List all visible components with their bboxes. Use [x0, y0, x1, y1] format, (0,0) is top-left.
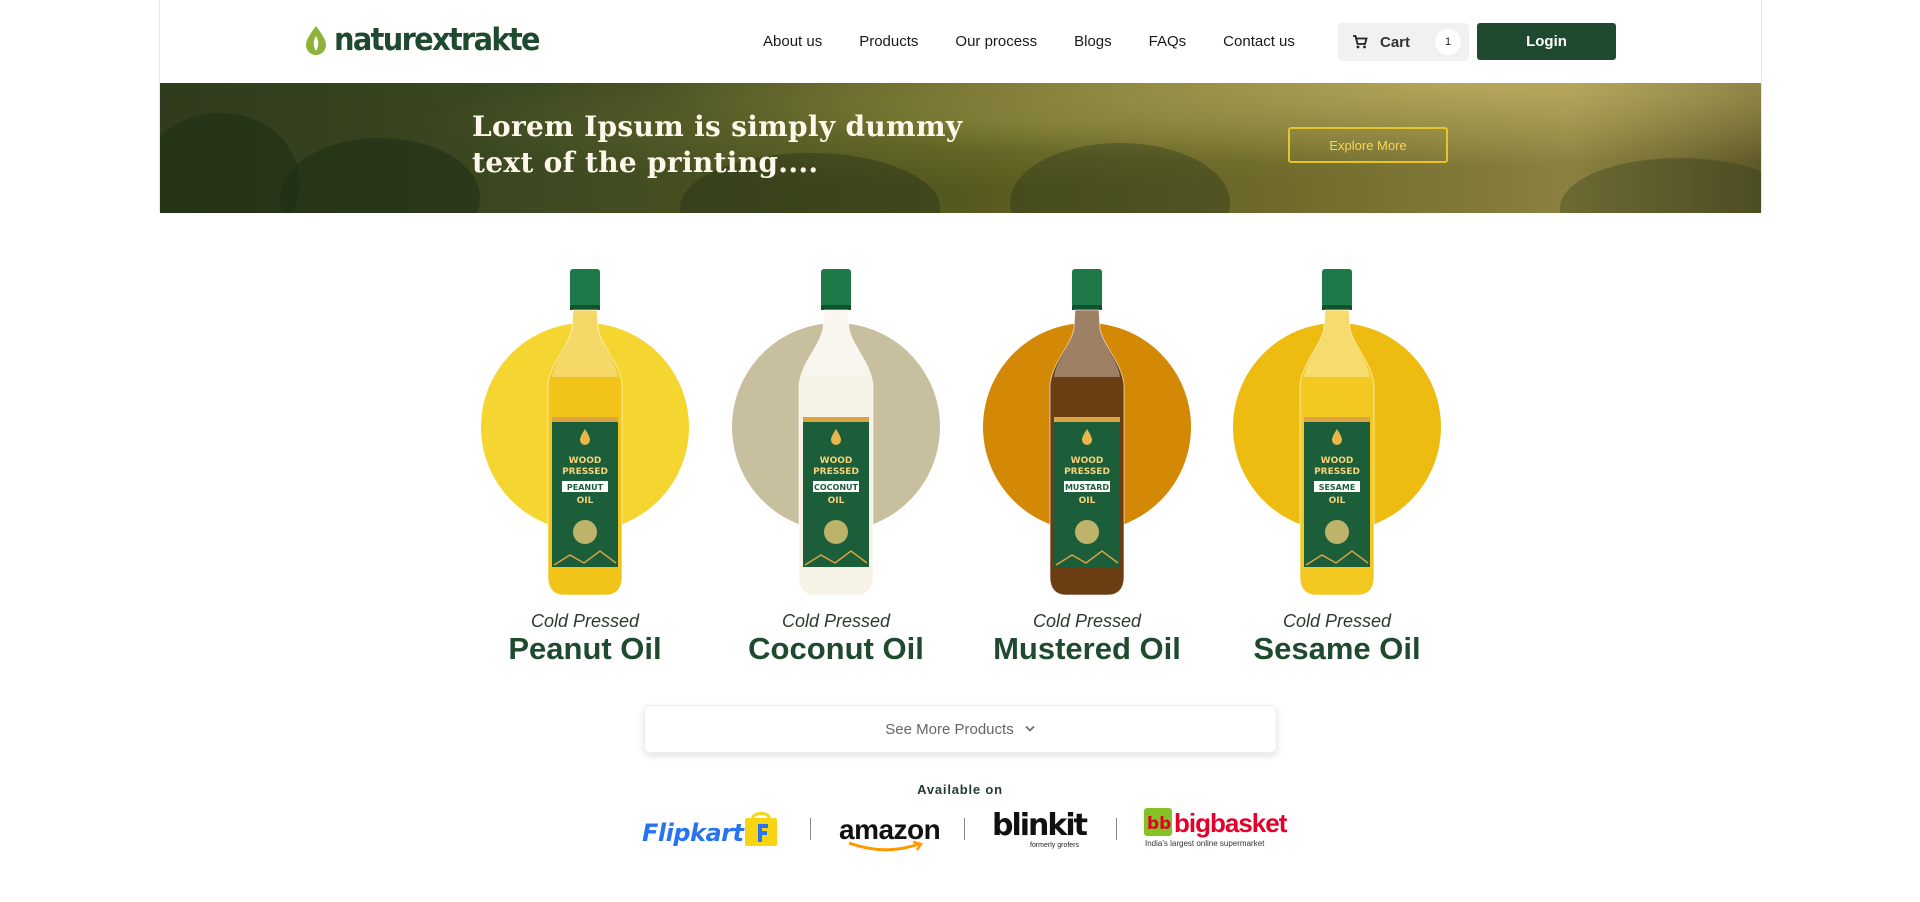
product-name[interactable]: Coconut Oil: [711, 631, 961, 667]
label-ingredient-icon: [824, 520, 848, 544]
label-oil-type-text: MUSTARD: [1065, 483, 1109, 492]
chevron-down-icon: [1025, 725, 1035, 732]
label-ingredient-icon: [1325, 520, 1349, 544]
product-name[interactable]: Sesame Oil: [1212, 631, 1462, 667]
label-pressed-text: PRESSED: [813, 467, 859, 477]
nav-about-us[interactable]: About us: [763, 33, 822, 50]
partner-logos: Flipkart amazon blinkit formerly grofers…: [642, 806, 1287, 852]
bottle-label-band: [1054, 417, 1120, 422]
label-oil-text: OIL: [828, 496, 845, 506]
bottle-neck-glass: [1054, 310, 1120, 377]
nav-blogs[interactable]: Blogs: [1074, 33, 1112, 50]
bigbasket-bb-icon: bb: [1144, 808, 1172, 836]
bottle-cap-ring: [1322, 305, 1352, 310]
banner-foliage: [160, 113, 300, 213]
amazon-logo[interactable]: amazon: [837, 810, 947, 852]
label-ingredient-icon: [1075, 520, 1099, 544]
blinkit-tagline: formerly grofers: [1030, 842, 1080, 849]
blinkit-logo[interactable]: blinkit formerly grofers: [992, 806, 1092, 850]
flipkart-logo[interactable]: Flipkart: [642, 810, 782, 850]
bottle-cap: [821, 269, 851, 307]
banner-foliage: [1560, 158, 1761, 213]
label-oil-text: OIL: [577, 496, 594, 506]
bottle-label-band: [1304, 417, 1370, 422]
amazon-smile-icon: [848, 840, 924, 852]
banner-foliage: [1010, 143, 1230, 213]
label-wood-text: WOOD: [1071, 456, 1104, 466]
cart-count-badge: 1: [1435, 29, 1461, 55]
bottle-cap: [1322, 269, 1352, 307]
oil-bottle-image: WOODPRESSED SESAME OIL: [1299, 269, 1375, 596]
label-pressed-text: PRESSED: [1314, 467, 1360, 477]
partner-divider: [1116, 818, 1117, 840]
nav-contact-us[interactable]: Contact us: [1223, 33, 1295, 50]
product-subtitle: Cold Pressed: [781, 611, 891, 631]
label-wood-text: WOOD: [569, 456, 602, 466]
nav-our-process[interactable]: Our process: [955, 33, 1037, 50]
product-card[interactable]: WOOD PRESSED SESAME OIL Cold Pressed Sesame O…: [1212, 255, 1462, 675]
flipkart-wordmark: Flipkart: [642, 819, 744, 847]
bottle-label-band: [803, 417, 869, 422]
bottle-neck-glass: [552, 310, 618, 377]
nav-products[interactable]: Products: [859, 33, 918, 50]
bigbasket-tagline: India's largest online supermarket: [1145, 839, 1265, 848]
flipkart-bag-icon: [745, 812, 777, 846]
label-oil-type-text: COCONUT: [814, 483, 859, 492]
banner-title: Lorem Ipsum is simply dummy text of the …: [472, 109, 992, 181]
bottle-cap: [1072, 269, 1102, 307]
oil-bottle-image: WOODPRESSED COCONUT OIL: [798, 269, 874, 596]
label-pressed-text: PRESSED: [1064, 467, 1110, 477]
label-oil-type-text: PEANUT: [567, 483, 604, 492]
available-on-label: Available on: [917, 782, 1003, 797]
product-subtitle: Cold Pressed: [1282, 611, 1392, 631]
product-name[interactable]: Mustered Oil: [962, 631, 1212, 667]
hero-banner: Lorem Ipsum is simply dummy text of the …: [160, 83, 1761, 213]
bottle-cap: [570, 269, 600, 307]
nav-faqs[interactable]: FAQs: [1149, 33, 1187, 50]
bottle-label-band: [552, 417, 618, 422]
banner-title-line: Lorem Ipsum is simply dummy: [472, 110, 963, 143]
product-name[interactable]: Peanut Oil: [460, 631, 710, 667]
product-subtitle: Cold Pressed: [530, 611, 640, 631]
bottle-cap-ring: [821, 305, 851, 310]
brand-name: naturextrakte: [334, 22, 541, 58]
partner-divider: [964, 818, 965, 840]
bigbasket-wordmark: bigbasket: [1174, 808, 1287, 838]
blinkit-wordmark: blinkit: [992, 808, 1088, 843]
product-card[interactable]: WOOD PRESSED PEANUT OIL Cold Pressed Peanut O…: [460, 255, 710, 675]
cart-label: Cart: [1380, 33, 1411, 51]
product-card[interactable]: WOOD PRESSED COCONUT OIL Cold Pressed Coconut…: [711, 255, 961, 675]
label-wood-text: WOOD: [1321, 456, 1354, 466]
oil-bottle-image: WOODPRESSED PEANUT OIL: [547, 269, 623, 596]
label-pressed-text: PRESSED: [562, 467, 608, 477]
bigbasket-logo[interactable]: bb bigbasket India's largest online supe…: [1144, 806, 1287, 850]
bottle-neck-glass: [1304, 310, 1370, 377]
svg-text:bb: bb: [1147, 814, 1171, 834]
oil-bottle-image: WOODPRESSED MUSTARD OIL: [1049, 269, 1125, 596]
banner-title-line: text of the printing....: [472, 146, 819, 179]
product-card[interactable]: WOOD PRESSED MUSTARD OIL Cold Pressed Mustere…: [962, 255, 1212, 675]
see-more-label: See More Products: [885, 720, 1014, 738]
leaf-drop-icon: [306, 26, 326, 55]
bottle-cap-ring: [1072, 305, 1102, 310]
login-button[interactable]: Login: [1477, 23, 1616, 60]
partner-divider: [810, 818, 811, 840]
cart-icon: [1353, 35, 1368, 49]
banner-foliage: [280, 138, 480, 213]
bottle-neck-glass: [803, 310, 869, 377]
see-more-products-button[interactable]: See More Products: [644, 705, 1277, 753]
label-ingredient-icon: [573, 520, 597, 544]
bottle-cap-ring: [570, 305, 600, 310]
explore-more-button[interactable]: Explore More: [1288, 127, 1448, 163]
label-oil-text: OIL: [1329, 496, 1346, 506]
product-subtitle: Cold Pressed: [1032, 611, 1142, 631]
cart-button[interactable]: Cart 1: [1338, 23, 1469, 61]
brand-logo[interactable]: naturextrakte: [304, 22, 554, 58]
label-oil-type-text: SESAME: [1319, 483, 1356, 492]
label-wood-text: WOOD: [820, 456, 853, 466]
label-oil-text: OIL: [1079, 496, 1096, 506]
main-nav: About us Products Our process Blogs FAQs…: [763, 33, 1332, 50]
